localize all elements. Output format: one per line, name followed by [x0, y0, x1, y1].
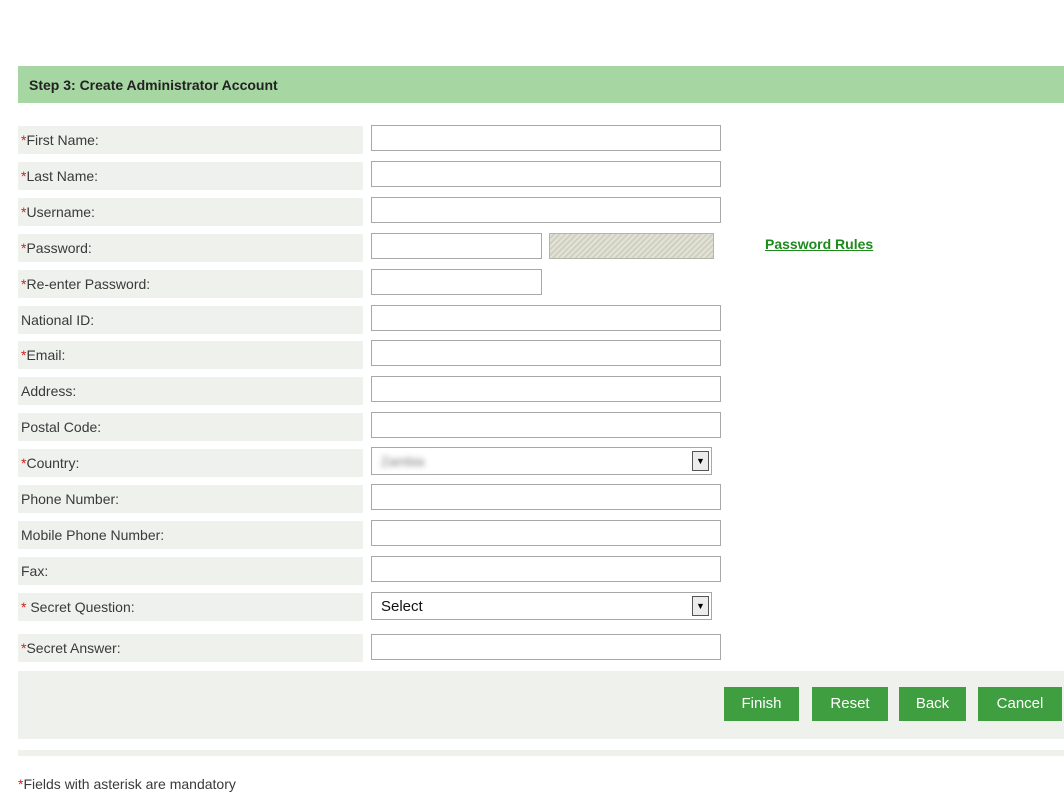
country-label: *Country: [18, 449, 363, 477]
password-input[interactable] [371, 233, 542, 259]
cancel-button[interactable]: Cancel [978, 687, 1062, 721]
password-strength-meter [549, 233, 714, 259]
fax-input[interactable] [371, 556, 721, 582]
national-id-label: National ID: [18, 306, 363, 334]
section-header: Step 3: Create Administrator Account [18, 66, 1064, 103]
postal-code-input[interactable] [371, 412, 721, 438]
last-name-input[interactable] [371, 161, 721, 187]
username-label: *Username: [18, 198, 363, 226]
country-value: Zambia [381, 454, 425, 469]
phone-number-input[interactable] [371, 484, 721, 510]
reset-button[interactable]: Reset [812, 687, 888, 721]
secret-question-label: * Secret Question: [18, 593, 363, 621]
first-name-label: *First Name: [18, 126, 363, 154]
password-rules-link[interactable]: Password Rules [765, 236, 873, 252]
chevron-down-icon[interactable]: ▼ [692, 451, 709, 471]
section-title: Step 3: Create Administrator Account [29, 77, 278, 93]
back-button[interactable]: Back [899, 687, 966, 721]
mandatory-footnote: *Fields with asterisk are mandatory [18, 776, 236, 792]
username-input[interactable] [371, 197, 721, 223]
fax-label: Fax: [18, 557, 363, 585]
national-id-input[interactable] [371, 305, 721, 331]
phone-number-label: Phone Number: [18, 485, 363, 513]
divider [18, 750, 1064, 756]
finish-button[interactable]: Finish [724, 687, 799, 721]
country-select[interactable]: Zambia ▼ [371, 447, 712, 475]
address-input[interactable] [371, 376, 721, 402]
reenter-password-input[interactable] [371, 269, 542, 295]
footnote-text: Fields with asterisk are mandatory [23, 776, 236, 792]
mobile-phone-label: Mobile Phone Number: [18, 521, 363, 549]
last-name-label: *Last Name: [18, 162, 363, 190]
secret-answer-input[interactable] [371, 634, 721, 660]
chevron-down-icon[interactable]: ▼ [692, 596, 709, 616]
first-name-input[interactable] [371, 125, 721, 151]
secret-question-select[interactable]: Select ▼ [371, 592, 712, 620]
secret-question-value: Select [381, 598, 423, 615]
password-label: *Password: [18, 234, 363, 262]
secret-answer-label: *Secret Answer: [18, 634, 363, 662]
reenter-password-label: *Re-enter Password: [18, 270, 363, 298]
postal-code-label: Postal Code: [18, 413, 363, 441]
mobile-phone-input[interactable] [371, 520, 721, 546]
email-input[interactable] [371, 340, 721, 366]
email-label: *Email: [18, 341, 363, 369]
address-label: Address: [18, 377, 363, 405]
